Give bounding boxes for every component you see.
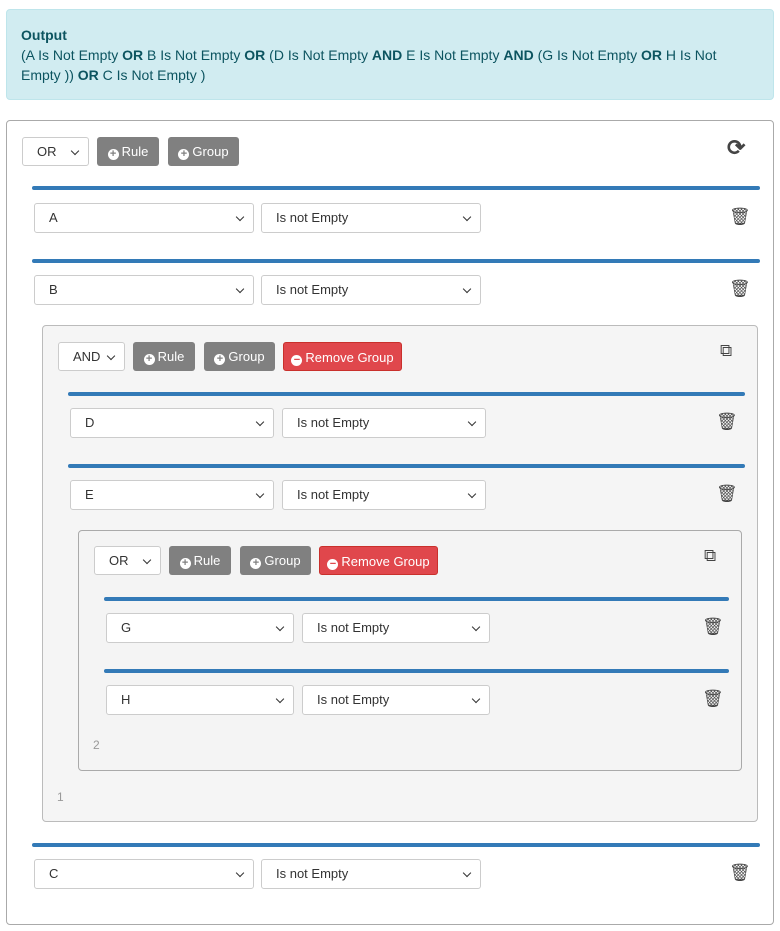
expr-operator: OR (77, 67, 99, 83)
rule-divider (32, 259, 760, 263)
rule-divider (32, 843, 760, 847)
label: Rule (121, 144, 149, 159)
trash-icon[interactable]: 🗑 (716, 412, 738, 432)
plus-circle-icon: + (250, 558, 262, 569)
rule-field-select[interactable]: D (70, 408, 274, 438)
label: Remove Group (341, 554, 430, 569)
group2-add-rule-button[interactable]: + Rule (169, 546, 231, 575)
label: Rule (157, 349, 185, 364)
label: Group (228, 349, 265, 364)
group2-add-group-button[interactable]: + Group (240, 546, 311, 575)
group-index: 1 (57, 790, 64, 804)
label: Rule (193, 553, 221, 568)
label: Group (192, 144, 229, 159)
copy-icon[interactable]: ⧉ (720, 341, 732, 361)
expr-operator: OR (244, 47, 266, 63)
expr-operator: OR (641, 47, 663, 63)
root-condition-select[interactable]: OR (22, 137, 89, 166)
refresh-icon[interactable]: ⟳ (727, 135, 745, 161)
group1-condition-select[interactable]: AND (58, 342, 125, 371)
expr-operator: AND (503, 47, 534, 63)
group2-condition-select[interactable]: OR (94, 546, 161, 575)
label: Remove Group (305, 350, 394, 365)
expr-part: (A Is Not Empty (21, 47, 123, 63)
rule-operator-select[interactable]: Is not Empty (302, 685, 490, 715)
plus-circle-icon: + (143, 354, 155, 365)
rule-operator-select[interactable]: Is not Empty (282, 408, 486, 438)
rule-field-select[interactable]: B (34, 275, 254, 305)
plus-circle-icon: + (107, 149, 119, 160)
output-title: Output (21, 27, 67, 43)
rule-divider (104, 597, 729, 601)
rule-divider (68, 464, 745, 468)
rule-field-select[interactable]: A (34, 203, 254, 233)
trash-icon[interactable]: 🗑 (729, 207, 751, 227)
group1-remove-group-button[interactable]: − Remove Group (283, 342, 402, 371)
rule-divider (68, 392, 745, 396)
group-index: 2 (93, 738, 100, 752)
plus-circle-icon: + (179, 558, 191, 569)
trash-icon[interactable]: 🗑 (729, 863, 751, 883)
rule-divider (104, 669, 729, 673)
output-panel: Output (A Is Not Empty OR B Is Not Empty… (6, 9, 774, 100)
group1-add-rule-button[interactable]: + Rule (133, 342, 195, 371)
rule-operator-select[interactable]: Is not Empty (302, 613, 490, 643)
trash-icon[interactable]: 🗑 (702, 617, 724, 637)
root-add-group-button[interactable]: + Group (168, 137, 239, 166)
rule-field-select[interactable]: E (70, 480, 274, 510)
trash-icon[interactable]: 🗑 (702, 689, 724, 709)
group2-remove-group-button[interactable]: − Remove Group (319, 546, 438, 575)
plus-circle-icon: + (178, 149, 190, 160)
rule-field-select[interactable]: G (106, 613, 294, 643)
expr-part: C Is Not Empty ) (98, 67, 206, 83)
label: Group (264, 553, 301, 568)
expr-operator: AND (371, 47, 403, 63)
trash-icon[interactable]: 🗑 (716, 484, 738, 504)
expr-part: (D Is Not Empty (265, 47, 372, 63)
expr-part: E Is Not Empty (402, 47, 504, 63)
expr-part: B Is Not Empty (143, 47, 245, 63)
output-expression: (A Is Not Empty OR B Is Not Empty OR (D … (21, 45, 759, 85)
rule-divider (32, 186, 760, 190)
trash-icon[interactable]: 🗑 (729, 279, 751, 299)
minus-circle-icon: − (291, 355, 303, 366)
rule-operator-select[interactable]: Is not Empty (261, 275, 481, 305)
plus-circle-icon: + (214, 354, 226, 365)
minus-circle-icon: − (327, 559, 339, 570)
rule-operator-select[interactable]: Is not Empty (261, 203, 481, 233)
root-add-rule-button[interactable]: + Rule (97, 137, 159, 166)
rule-operator-select[interactable]: Is not Empty (282, 480, 486, 510)
rule-operator-select[interactable]: Is not Empty (261, 859, 481, 889)
expr-part: (G Is Not Empty (533, 47, 642, 63)
group1-add-group-button[interactable]: + Group (204, 342, 275, 371)
rule-field-select[interactable]: H (106, 685, 294, 715)
rule-field-select[interactable]: C (34, 859, 254, 889)
copy-icon[interactable]: ⧉ (704, 546, 716, 566)
expr-operator: OR (122, 47, 144, 63)
